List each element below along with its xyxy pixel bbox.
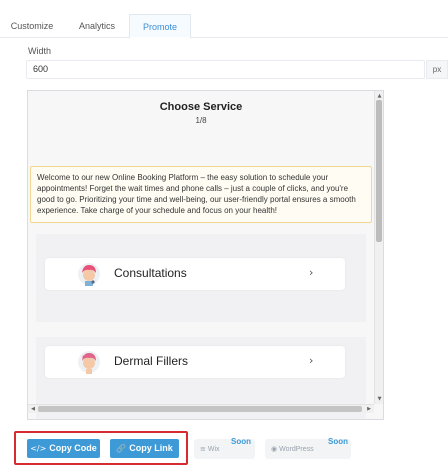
wordpress-button[interactable]: ◉ WordPress Soon <box>265 437 351 459</box>
service-card-consultations[interactable]: Consultations › <box>45 258 345 290</box>
copy-link-label: Copy Link <box>129 443 173 453</box>
chevron-right-icon: › <box>309 354 314 367</box>
tab-analytics[interactable]: Analytics <box>66 14 128 38</box>
code-icon: </> <box>30 444 47 453</box>
width-unit: px <box>426 60 448 79</box>
wix-button[interactable]: ≡ Wix Soon <box>194 437 255 459</box>
horizontal-scroll-thumb[interactable] <box>38 406 362 412</box>
copy-link-button[interactable]: 🔗 Copy Link <box>110 439 179 458</box>
wordpress-label: WordPress <box>279 446 314 453</box>
tab-promote[interactable]: Promote <box>129 14 191 39</box>
soon-badge: Soon <box>231 437 251 446</box>
chevron-right-icon: › <box>309 266 314 279</box>
patient-avatar-icon <box>78 351 100 374</box>
vertical-scrollbar[interactable]: ▲ ▼ <box>374 91 383 404</box>
scroll-right-icon[interactable]: ▶ <box>365 405 373 413</box>
scroll-left-icon[interactable]: ◀ <box>29 405 37 413</box>
link-icon: 🔗 <box>116 444 127 453</box>
width-input[interactable]: 600 <box>26 60 425 79</box>
copy-code-button[interactable]: </> Copy Code <box>27 439 100 458</box>
scroll-up-icon[interactable]: ▲ <box>376 92 383 100</box>
width-label: Width <box>28 46 52 56</box>
copy-code-label: Copy Code <box>49 443 97 453</box>
wix-icon: ≡ <box>200 445 206 453</box>
soon-badge: Soon <box>328 437 348 446</box>
tab-bar: Customize Analytics Promote <box>0 14 448 39</box>
service-card-dermal-fillers[interactable]: Dermal Fillers › <box>45 346 345 378</box>
wordpress-icon: ◉ <box>271 445 278 453</box>
wix-label: Wix <box>207 446 220 453</box>
welcome-notice: Welcome to our new Online Booking Platfo… <box>30 166 372 223</box>
vertical-scroll-thumb[interactable] <box>376 100 382 242</box>
doctor-avatar-icon <box>78 263 100 286</box>
booking-preview: Choose Service 1/8 Welcome to our new On… <box>27 90 384 420</box>
service-name: Consultations <box>114 266 187 280</box>
tab-customize[interactable]: Customize <box>0 14 64 38</box>
scroll-down-icon[interactable]: ▼ <box>376 395 383 403</box>
horizontal-scrollbar[interactable]: ◀ ▶ <box>28 404 374 413</box>
service-name: Dermal Fillers <box>114 354 189 368</box>
preview-content: Choose Service 1/8 Welcome to our new On… <box>28 91 374 419</box>
preview-title: Choose Service <box>159 101 243 113</box>
preview-step: 1/8 <box>195 116 207 125</box>
